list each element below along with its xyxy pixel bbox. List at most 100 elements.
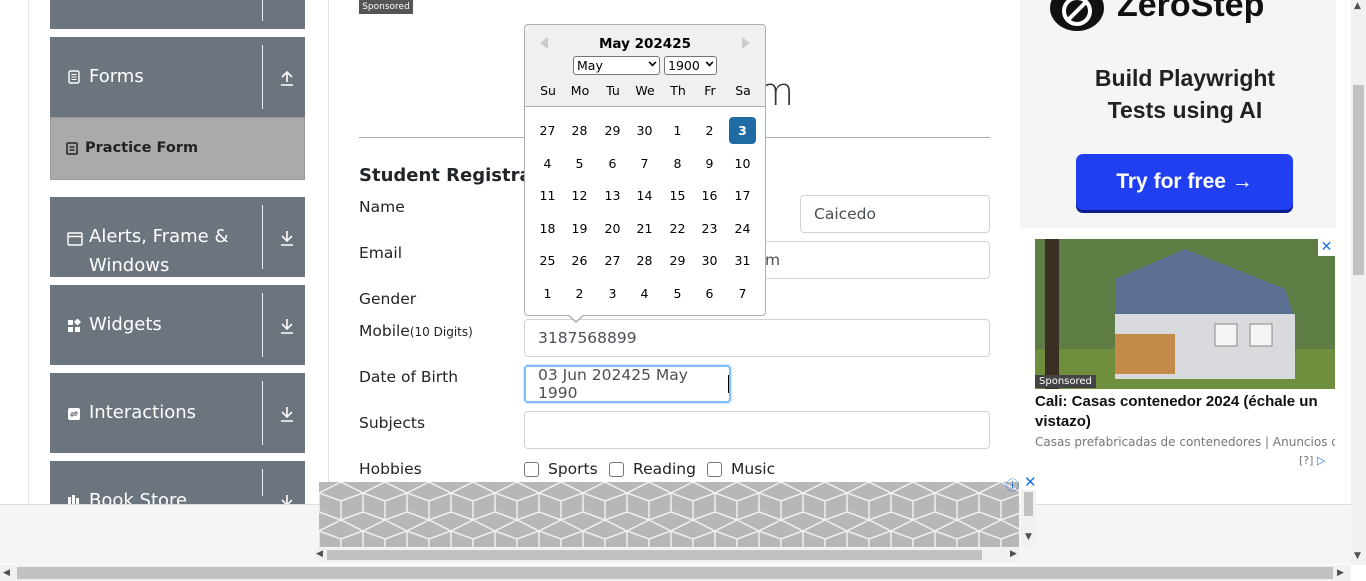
calendar-day[interactable]: 28 [566,117,593,144]
scroll-down-arrow-icon[interactable]: ▼ [1354,551,1361,561]
sidebar-group-forms[interactable]: Forms [50,37,305,117]
page-vertical-scroll-thumb[interactable] [1353,85,1364,275]
calendar-day[interactable]: 1 [534,280,561,307]
ad-vertical-scroll-thumb[interactable] [1024,492,1033,516]
calendar-day[interactable]: 12 [566,182,593,209]
calendar-day[interactable]: 27 [534,117,561,144]
close-icon[interactable]: ✕ [1318,239,1335,256]
calendar-day[interactable]: 10 [729,150,756,177]
sidebar-group-widgets[interactable]: Widgets [50,285,305,365]
calendar-day[interactable]: 1 [664,117,691,144]
calendar-day[interactable]: 29 [599,117,626,144]
month-select[interactable]: May [573,56,660,75]
close-icon[interactable]: ✕ [1024,473,1037,491]
ad-help-link[interactable]: [?] ▷ [1299,454,1325,467]
hobby-reading-label[interactable]: Reading [633,460,696,478]
bottom-ad-banner[interactable] [319,482,1019,547]
arrow-up-icon[interactable] [279,70,295,86]
ad-title[interactable]: Cali: Casas contenedor 2024 (échale un v… [1035,392,1335,432]
gender-label: Gender [359,290,417,308]
calendar-day[interactable]: 13 [599,182,626,209]
calendar-day[interactable]: 14 [631,182,658,209]
arrow-down-icon[interactable] [279,230,295,246]
window-icon [67,232,83,246]
hobby-sports-checkbox[interactable] [524,462,539,477]
sidebar-group-alerts[interactable]: Alerts, Frame & Windows [50,197,305,277]
sidebar-group-bookstore[interactable]: Book Store [50,461,305,504]
interactions-icon [68,408,80,420]
sidebar-group-label-line2: Windows [89,255,170,276]
weekday-header: Th [670,83,686,98]
calendar-day[interactable]: 2 [696,117,723,144]
calendar-day[interactable]: 8 [664,150,691,177]
sidebar-border [28,0,29,504]
calendar-day[interactable]: 4 [534,150,561,177]
calendar-day[interactable]: 27 [599,247,626,274]
next-month-icon[interactable] [742,37,750,49]
hobby-sports-label[interactable]: Sports [548,460,598,478]
calendar-day[interactable]: 9 [696,150,723,177]
hobby-music-label[interactable]: Music [731,460,775,478]
calendar-day[interactable]: 23 [696,215,723,242]
scroll-left-arrow-icon[interactable]: ◀ [316,549,323,559]
calendar-day[interactable]: 30 [696,247,723,274]
calendar-day[interactable]: 5 [566,150,593,177]
hobby-reading-checkbox[interactable] [609,462,624,477]
sidebar-group-label: Forms [89,66,144,87]
adchoices-icon: ▷ [1316,454,1326,467]
try-for-free-button[interactable]: Try for free → [1076,154,1293,210]
calendar-day[interactable]: 25 [534,247,561,274]
arrow-down-icon[interactable] [279,406,295,422]
scroll-left-arrow-icon[interactable]: ◀ [3,568,10,578]
arrow-down-icon[interactable] [279,318,295,334]
scroll-right-arrow-icon[interactable]: ▶ [1337,568,1344,578]
scroll-up-arrow-icon[interactable]: ▲ [1354,1,1361,11]
arrow-down-icon[interactable] [279,494,295,504]
calendar-day[interactable]: 31 [729,247,756,274]
datepicker-pointer-fill [568,314,584,321]
info-icon[interactable]: ⓘ [1006,475,1019,494]
calendar-day[interactable]: 18 [534,215,561,242]
ad-subtitle: Casas prefabricadas de contenedores | An… [1035,435,1335,449]
calendar-day[interactable]: 3 [729,117,756,144]
ad-image[interactable] [1035,239,1335,389]
hobby-music-checkbox[interactable] [707,462,722,477]
calendar-day[interactable]: 3 [599,280,626,307]
calendar-day[interactable]: 6 [696,280,723,307]
calendar-day[interactable]: 5 [664,280,691,307]
sidebar-group-elements[interactable] [50,0,305,29]
sidebar-group-label: Alerts, Frame & [89,226,229,247]
sidebar-item-practice-form[interactable]: Practice Form [50,117,305,180]
calendar-day[interactable]: 6 [599,150,626,177]
chevron-down-icon [705,58,714,67]
weekday-header: We [635,83,655,98]
weekday-header: Su [540,83,556,98]
sidebar-group-interactions[interactable]: Interactions [50,373,305,453]
ad-horizontal-scroll-thumb[interactable] [327,550,982,560]
scroll-right-arrow-icon[interactable]: ▶ [1010,549,1017,559]
calendar-day[interactable]: 29 [664,247,691,274]
scroll-down-arrow-icon[interactable]: ▼ [1025,532,1032,542]
calendar-day[interactable]: 15 [664,182,691,209]
page-horizontal-scroll-thumb[interactable] [17,567,1333,579]
calendar-day[interactable]: 19 [566,215,593,242]
calendar-day[interactable]: 7 [729,280,756,307]
dob-input[interactable]: 03 Jun 202425 May 1990 [524,365,731,403]
calendar-day[interactable]: 11 [534,182,561,209]
mobile-input[interactable]: 3187568899 [524,319,990,357]
calendar-day[interactable]: 24 [729,215,756,242]
calendar-day[interactable]: 16 [696,182,723,209]
year-select[interactable]: 1900 [664,56,717,75]
calendar-day[interactable]: 4 [631,280,658,307]
calendar-day[interactable]: 21 [631,215,658,242]
calendar-day[interactable]: 28 [631,247,658,274]
calendar-day[interactable]: 17 [729,182,756,209]
last-name-input[interactable]: Caicedo [800,195,990,233]
calendar-day[interactable]: 20 [599,215,626,242]
calendar-day[interactable]: 30 [631,117,658,144]
calendar-day[interactable]: 26 [566,247,593,274]
calendar-day[interactable]: 2 [566,280,593,307]
calendar-day[interactable]: 22 [664,215,691,242]
subjects-input[interactable] [524,411,990,449]
calendar-day[interactable]: 7 [631,150,658,177]
